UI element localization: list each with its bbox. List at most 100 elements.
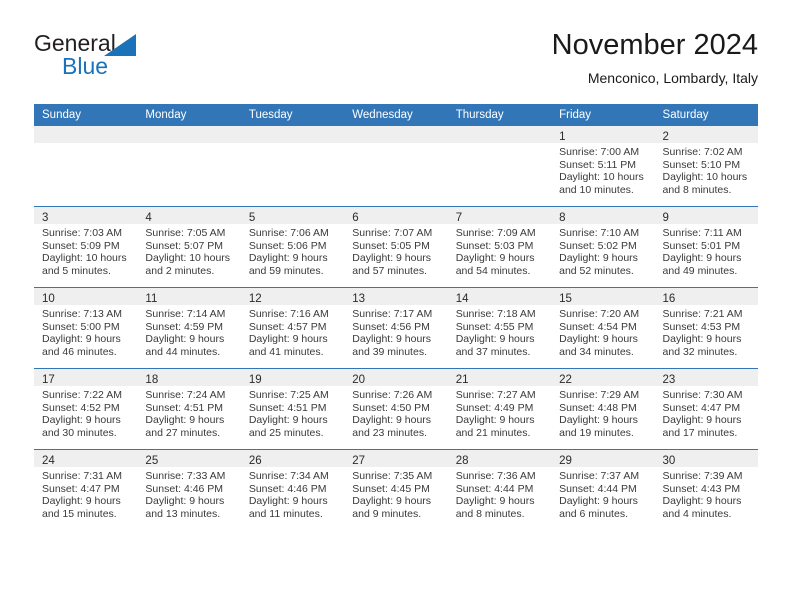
sunrise-time: Sunrise: 7:25 AM (248, 389, 329, 401)
day-sun-info: Sunrise: 7:18 AM Sunset: 4:55 PM Daylight:… (448, 305, 551, 358)
calendar-day-cell[interactable]: 7 Sunrise: 7:09 AM Sunset: 5:03 PM Daylight… (447, 206, 552, 288)
daylight-duration-line2: and 2 minutes. (145, 264, 215, 277)
day-sun-info: Sunrise: 7:07 AM Sunset: 5:05 PM Daylight:… (344, 224, 447, 277)
day-number: 29 (559, 455, 572, 467)
calendar-day-cell[interactable]: 1 Sunrise: 7:00 AM Sunset: 5:11 PM Daylight… (551, 126, 655, 207)
calendar-week-row: 17 Sunrise: 7:22 AM Sunset: 4:52 PM Dayligh… (34, 368, 758, 450)
calendar-day-cell[interactable]: 23 Sunrise: 7:30 AM Sunset: 4:47 PM Dayligh… (654, 368, 758, 450)
daylight-duration-line2: and 8 minutes. (662, 183, 732, 196)
calendar-day-cell[interactable]: 13 Sunrise: 7:17 AM Sunset: 4:56 PM Dayligh… (344, 287, 448, 369)
daylight-duration-line2: and 13 minutes. (145, 507, 221, 520)
sunset-time: Sunset: 4:57 PM (248, 320, 327, 333)
sunset-time: Sunset: 4:59 PM (145, 320, 224, 333)
sunset-time: Sunset: 4:53 PM (662, 320, 741, 333)
day-sun-info: Sunrise: 7:10 AM Sunset: 5:02 PM Daylight:… (551, 224, 654, 277)
day-sun-info: Sunrise: 7:27 AM Sunset: 4:49 PM Daylight:… (448, 386, 551, 439)
day-number: 21 (455, 374, 469, 386)
sunrise-time: Sunrise: 7:37 AM (559, 470, 640, 482)
calendar-day-cell[interactable]: 27 Sunrise: 7:35 AM Sunset: 4:45 PM Dayligh… (344, 449, 448, 530)
daylight-duration-line1: Daylight: 9 hours (248, 414, 328, 427)
calendar-day-cell[interactable]: 26 Sunrise: 7:34 AM Sunset: 4:46 PM Dayligh… (240, 449, 345, 530)
calendar-day-cell[interactable]: 9 Sunrise: 7:11 AM Sunset: 5:01 PM Daylight… (654, 206, 758, 288)
day-sun-info: Sunrise: 7:03 AM Sunset: 5:09 PM Daylight:… (34, 224, 137, 277)
calendar-day-cell[interactable]: 12 Sunrise: 7:16 AM Sunset: 4:57 PM Dayligh… (240, 287, 345, 369)
calendar-day-cell[interactable]: 19 Sunrise: 7:25 AM Sunset: 4:51 PM Dayligh… (240, 368, 345, 450)
day-number-band: 21 (447, 369, 552, 386)
sunrise-time: Sunrise: 7:11 AM (662, 227, 742, 239)
day-sun-info: Sunrise: 7:11 AM Sunset: 5:01 PM Daylight:… (655, 224, 758, 277)
daylight-duration-line1: Daylight: 9 hours (455, 495, 535, 508)
daylight-duration-line1: Daylight: 9 hours (559, 252, 638, 265)
daylight-duration-line2: and 39 minutes. (352, 345, 427, 358)
calendar-day-cell[interactable]: 18 Sunrise: 7:24 AM Sunset: 4:51 PM Dayligh… (137, 368, 241, 450)
daylight-duration-line1: Daylight: 9 hours (248, 495, 328, 508)
calendar-day-cell[interactable]: 28 Sunrise: 7:36 AM Sunset: 4:44 PM Dayligh… (447, 449, 552, 530)
calendar-day-cell[interactable]: 8 Sunrise: 7:10 AM Sunset: 5:02 PM Daylight… (551, 206, 655, 288)
calendar-day-cell[interactable]: 4 Sunrise: 7:05 AM Sunset: 5:07 PM Daylight… (137, 206, 241, 288)
sunrise-time: Sunrise: 7:18 AM (455, 308, 536, 320)
calendar-day-cell[interactable]: 15 Sunrise: 7:20 AM Sunset: 4:54 PM Dayligh… (551, 287, 655, 369)
calendar-day-cell[interactable]: 5 Sunrise: 7:06 AM Sunset: 5:06 PM Daylight… (240, 206, 345, 288)
calendar-day-cell[interactable]: 16 Sunrise: 7:21 AM Sunset: 4:53 PM Dayligh… (654, 287, 758, 369)
sunset-time: Sunset: 4:45 PM (352, 482, 430, 495)
day-number: 17 (42, 374, 55, 386)
weekday-header-friday: Friday (551, 104, 655, 126)
sunset-time: Sunset: 5:09 PM (42, 239, 120, 252)
weekday-header-sunday: Sunday (34, 104, 138, 126)
calendar-day-cell[interactable]: 30 Sunrise: 7:39 AM Sunset: 4:43 PM Dayligh… (654, 449, 758, 530)
sunrise-time: Sunrise: 7:09 AM (455, 227, 536, 239)
calendar-day-cell[interactable]: 11 Sunrise: 7:14 AM Sunset: 4:59 PM Dayligh… (137, 287, 241, 369)
sunset-time: Sunset: 4:46 PM (145, 482, 224, 495)
day-sun-info: Sunrise: 7:14 AM Sunset: 4:59 PM Daylight:… (137, 305, 240, 358)
sunrise-time: Sunrise: 7:02 AM (662, 146, 743, 158)
day-number-band: 13 (344, 288, 448, 305)
calendar-day-cell[interactable]: 29 Sunrise: 7:37 AM Sunset: 4:44 PM Dayligh… (551, 449, 655, 530)
sunset-time: Sunset: 4:48 PM (559, 401, 637, 414)
calendar-cell-empty (137, 126, 241, 207)
day-number: 18 (145, 374, 159, 386)
calendar-day-cell[interactable]: 24 Sunrise: 7:31 AM Sunset: 4:47 PM Dayligh… (34, 449, 138, 530)
calendar-day-cell[interactable]: 14 Sunrise: 7:18 AM Sunset: 4:55 PM Dayligh… (447, 287, 552, 369)
day-number-band: 26 (240, 450, 345, 467)
calendar-day-cell[interactable]: 17 Sunrise: 7:22 AM Sunset: 4:52 PM Dayligh… (34, 368, 138, 450)
sunset-time: Sunset: 4:56 PM (352, 320, 430, 333)
sunrise-time: Sunrise: 7:27 AM (455, 389, 536, 401)
general-blue-logo[interactable]: General Blue (34, 28, 254, 88)
daylight-duration-line2: and 9 minutes. (352, 507, 422, 520)
daylight-duration-line1: Daylight: 9 hours (145, 414, 225, 427)
day-number: 23 (662, 374, 676, 386)
calendar-day-cell[interactable]: 6 Sunrise: 7:07 AM Sunset: 5:05 PM Daylight… (344, 206, 448, 288)
day-number-band: 17 (34, 369, 138, 386)
daylight-duration-line1: Daylight: 9 hours (662, 414, 742, 427)
calendar-day-cell[interactable]: 22 Sunrise: 7:29 AM Sunset: 4:48 PM Dayligh… (551, 368, 655, 450)
sunrise-time: Sunrise: 7:36 AM (455, 470, 536, 482)
daylight-duration-line1: Daylight: 9 hours (248, 333, 328, 346)
daylight-duration-line1: Daylight: 9 hours (662, 252, 742, 265)
day-sun-info: Sunrise: 7:35 AM Sunset: 4:45 PM Daylight:… (344, 467, 447, 520)
calendar-day-cell[interactable]: 2 Sunrise: 7:02 AM Sunset: 5:10 PM Daylight… (654, 126, 758, 207)
day-number: 14 (455, 293, 469, 305)
logo-triangle-icon (104, 34, 136, 56)
calendar-day-cell[interactable]: 10 Sunrise: 7:13 AM Sunset: 5:00 PM Dayligh… (34, 287, 138, 369)
sunset-time: Sunset: 4:49 PM (455, 401, 534, 414)
daylight-duration-line1: Daylight: 9 hours (455, 414, 535, 427)
sunset-time: Sunset: 4:47 PM (42, 482, 120, 495)
day-number: 2 (662, 131, 669, 143)
day-number-band: 6 (344, 207, 448, 224)
day-sun-info: Sunrise: 7:25 AM Sunset: 4:51 PM Daylight:… (241, 386, 344, 439)
day-sun-info: Sunrise: 7:39 AM Sunset: 4:43 PM Daylight:… (655, 467, 758, 520)
daylight-duration-line1: Daylight: 9 hours (352, 333, 432, 346)
daylight-duration-line2: and 49 minutes. (662, 264, 738, 277)
sunrise-time: Sunrise: 7:24 AM (145, 389, 226, 401)
calendar-day-cell[interactable]: 25 Sunrise: 7:33 AM Sunset: 4:46 PM Dayligh… (137, 449, 241, 530)
calendar-day-cell[interactable]: 3 Sunrise: 7:03 AM Sunset: 5:09 PM Daylight… (34, 206, 138, 288)
day-sun-info: Sunrise: 7:17 AM Sunset: 4:56 PM Daylight:… (344, 305, 447, 358)
sunrise-time: Sunrise: 7:39 AM (662, 470, 743, 482)
daylight-duration-line2: and 32 minutes. (662, 345, 738, 358)
day-number: 13 (352, 293, 366, 305)
calendar-day-cell[interactable]: 20 Sunrise: 7:26 AM Sunset: 4:50 PM Dayligh… (344, 368, 448, 450)
sunrise-time: Sunrise: 7:16 AM (248, 308, 329, 320)
sunset-time: Sunset: 4:51 PM (248, 401, 327, 414)
calendar-day-cell[interactable]: 21 Sunrise: 7:27 AM Sunset: 4:49 PM Dayligh… (447, 368, 552, 450)
day-sun-info: Sunrise: 7:31 AM Sunset: 4:47 PM Daylight:… (34, 467, 137, 520)
